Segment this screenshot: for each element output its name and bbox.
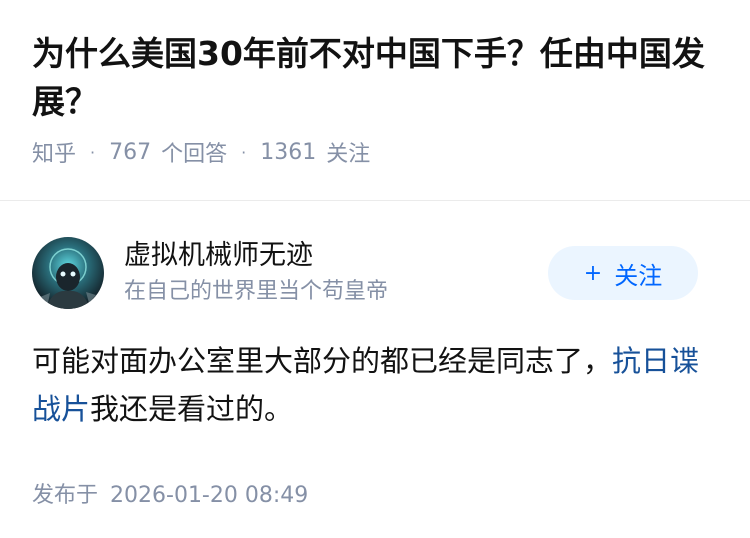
author-name[interactable]: 虚拟机械师无迹 bbox=[124, 238, 548, 274]
question-header: 为什么美国30年前不对中国下手？任由中国发展？ 知乎 · 767 个回答 · 1… bbox=[0, 0, 750, 170]
author-bio: 在自己的世界里当个苟皇帝 bbox=[124, 279, 389, 304]
question-title[interactable]: 为什么美国30年前不对中国下手？任由中国发展？ bbox=[32, 30, 718, 126]
follow-button[interactable]: + 关注 bbox=[548, 246, 698, 300]
source-label[interactable]: 知乎 bbox=[32, 136, 76, 168]
answer-text-after: 我还是看过的。 bbox=[90, 392, 294, 426]
published-label: 发布于 bbox=[32, 483, 99, 508]
avatar-image bbox=[32, 237, 104, 309]
separator-dot: · bbox=[90, 142, 96, 162]
followers-label: 关注 bbox=[326, 142, 371, 167]
answers-label: 个回答 bbox=[161, 142, 228, 167]
followers-count: 1361 bbox=[260, 139, 317, 165]
answer-card: 虚拟机械师无迹 在自己的世界里当个苟皇帝 + 关注 可能对面办公室里大部分的都已… bbox=[0, 201, 750, 509]
published-time: 2026-01-20 08:49 bbox=[110, 483, 309, 508]
author-row: 虚拟机械师无迹 在自己的世界里当个苟皇帝 + 关注 bbox=[32, 237, 718, 309]
question-meta: 知乎 · 767 个回答 · 1361 关注 bbox=[32, 136, 718, 168]
answer-content: 可能对面办公室里大部分的都已经是同志了，抗日谍战片我还是看过的。 bbox=[32, 337, 718, 433]
publish-info: 发布于 2026-01-20 08:49 bbox=[32, 477, 718, 509]
separator-dot: · bbox=[241, 142, 247, 162]
avatar[interactable] bbox=[32, 237, 104, 309]
author-info: 虚拟机械师无迹 在自己的世界里当个苟皇帝 bbox=[124, 238, 548, 308]
answer-text-before: 可能对面办公室里大部分的都已经是同志了， bbox=[32, 344, 613, 378]
plus-icon: + bbox=[583, 260, 603, 286]
answers-count: 767 bbox=[109, 139, 152, 165]
follow-label: 关注 bbox=[614, 261, 663, 290]
